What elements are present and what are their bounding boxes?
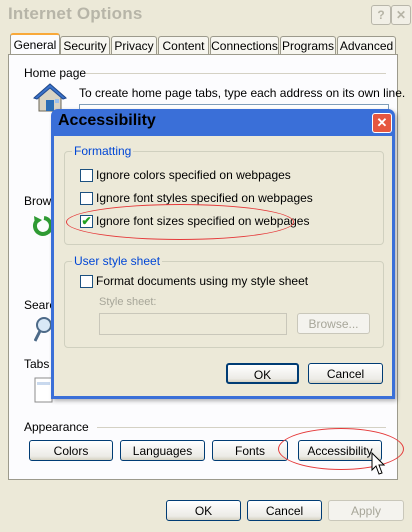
font-sizes-highlight-ellipse	[66, 204, 294, 240]
format-documents-checkbox[interactable]	[80, 275, 93, 288]
ignore-colors-checkbox[interactable]	[80, 169, 93, 182]
tab-connections[interactable]: Connections	[210, 36, 279, 55]
window-close-button[interactable]: ✕	[391, 5, 411, 25]
dialog-ok-button[interactable]: OK	[226, 363, 299, 384]
tab-content[interactable]: Content	[158, 36, 209, 55]
mouse-pointer-icon	[371, 451, 387, 476]
format-documents-label: Format documents using my style sheet	[96, 274, 309, 288]
style-sheet-input[interactable]	[99, 313, 287, 335]
fonts-button[interactable]: Fonts	[212, 440, 288, 461]
browsing-history-label: Brow	[24, 194, 52, 208]
ok-button[interactable]: OK	[166, 500, 241, 521]
dialog-cancel-button[interactable]: Cancel	[308, 363, 383, 384]
colors-button[interactable]: Colors	[29, 440, 113, 461]
tab-programs[interactable]: Programs	[280, 36, 336, 55]
cancel-button[interactable]: Cancel	[247, 500, 322, 521]
tabs-label: Tabs	[24, 357, 50, 371]
tab-security[interactable]: Security	[60, 36, 110, 55]
style-sheet-label: Style sheet:	[99, 296, 157, 308]
window-title: Internet Options	[8, 4, 143, 23]
ignore-colors-label: Ignore colors specified on webpages	[96, 168, 291, 182]
tab-advanced[interactable]: Advanced	[337, 36, 396, 55]
tab-privacy[interactable]: Privacy	[111, 36, 157, 55]
browse-button[interactable]: Browse...	[297, 313, 370, 334]
home-page-label: Home page	[24, 66, 87, 80]
ignore-font-styles-checkbox[interactable]	[80, 192, 93, 205]
home-page-divider	[86, 73, 386, 74]
user-style-sheet-legend: User style sheet	[72, 254, 163, 268]
apply-button[interactable]: Apply	[328, 500, 404, 521]
ignore-font-styles-label: Ignore font styles specified on webpages	[96, 191, 313, 205]
help-button[interactable]: ?	[371, 5, 391, 25]
formatting-legend: Formatting	[72, 144, 134, 158]
languages-button[interactable]: Languages	[120, 440, 205, 461]
dialog-close-button[interactable]: ✕	[372, 113, 392, 133]
window-titlebar: Internet Options ? ✕	[0, 0, 412, 28]
dialog-title: Accessibility	[58, 112, 156, 129]
appearance-label: Appearance	[24, 420, 89, 434]
home-page-hint: To create home page tabs, type each addr…	[79, 86, 406, 100]
